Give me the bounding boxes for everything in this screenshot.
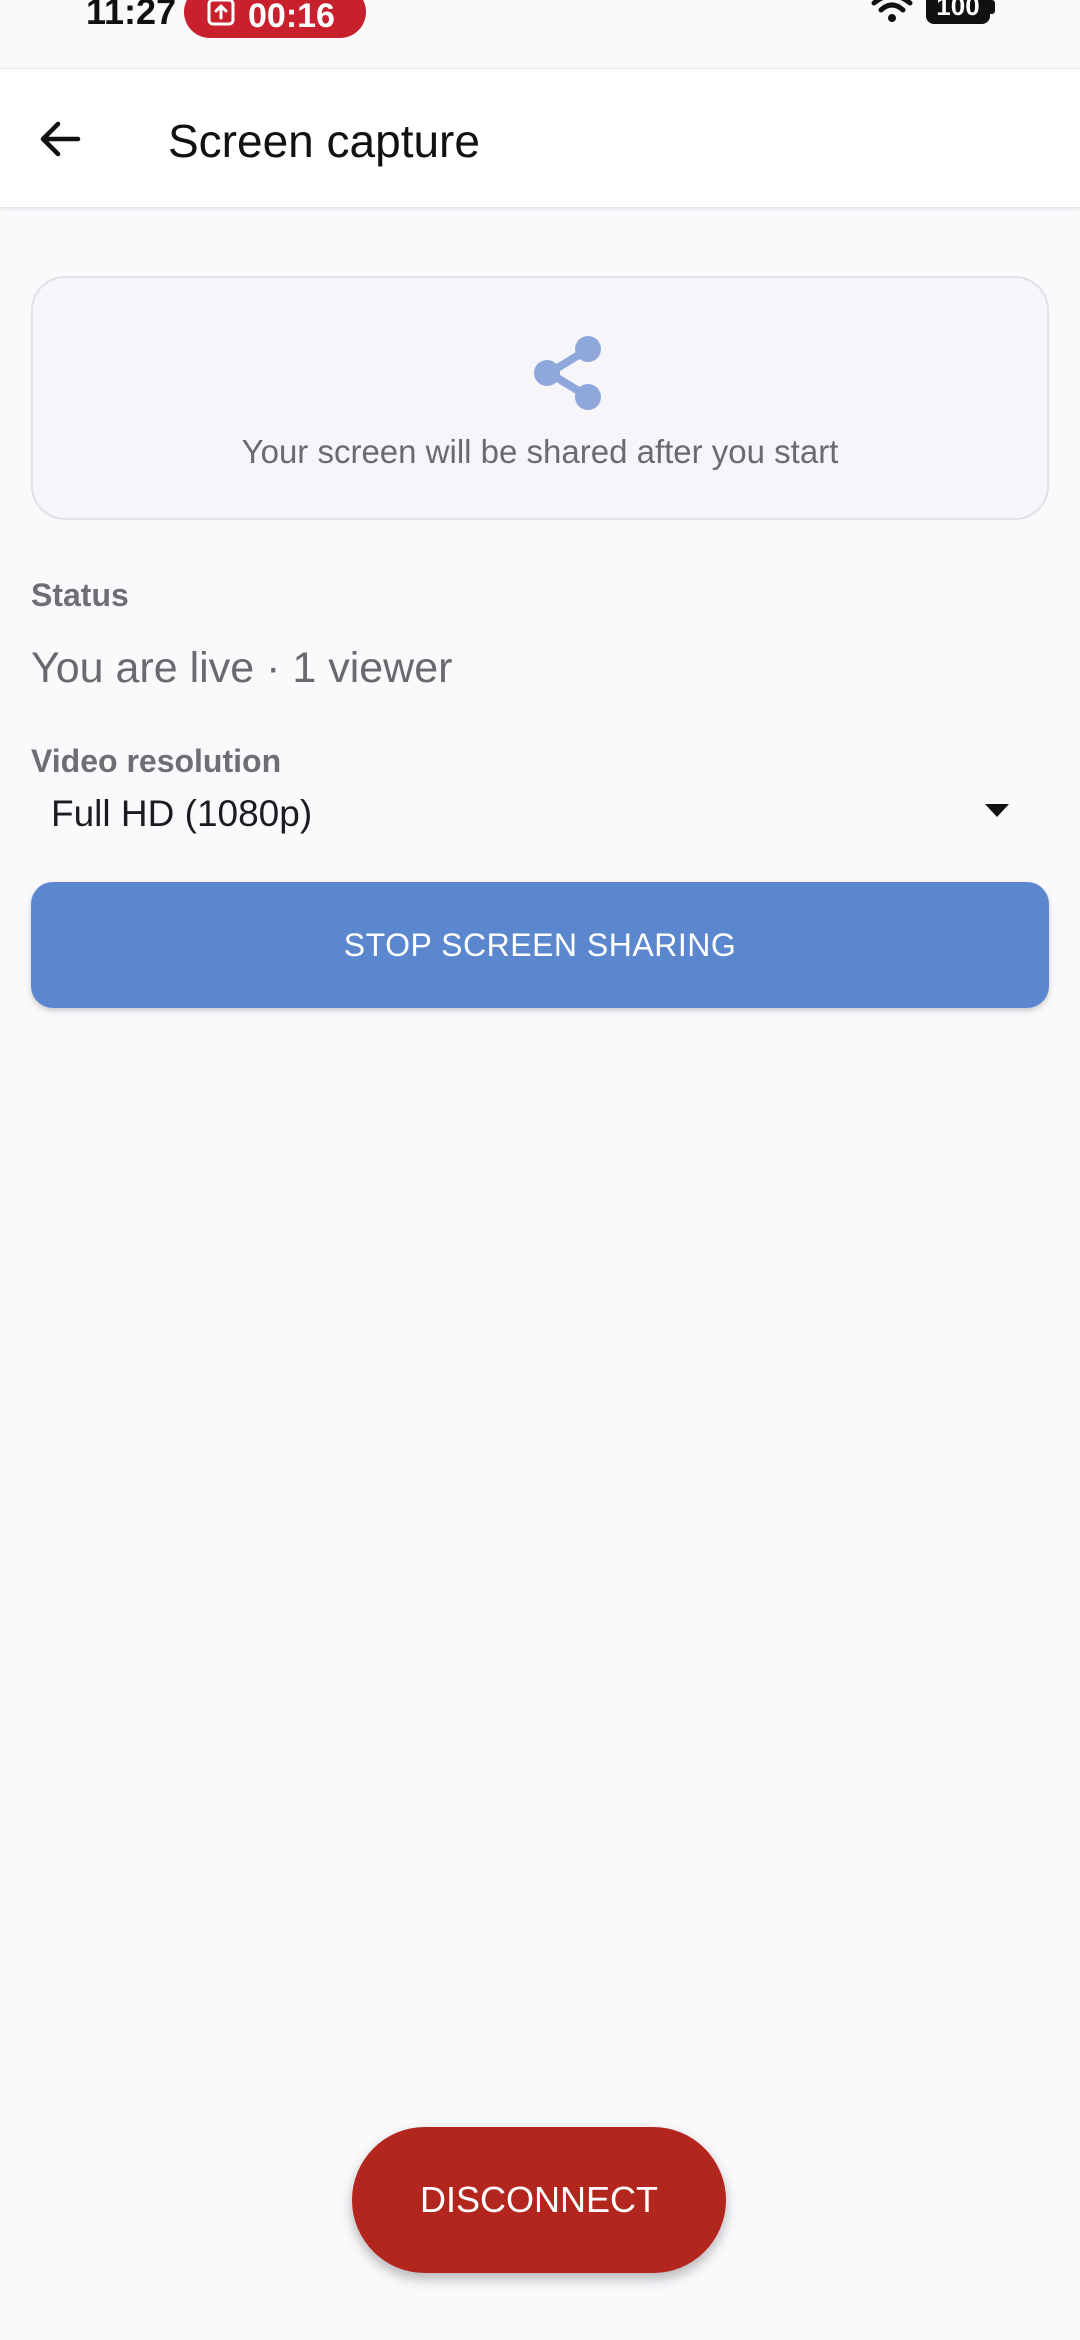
app-bar: Screen capture [0,68,1080,207]
battery-level: 100 [936,0,980,21]
stop-screen-sharing-button[interactable]: STOP SCREEN SHARING [31,882,1049,1008]
status-label: Status [31,577,129,613]
wifi-icon [870,0,914,24]
page-title: Screen capture [168,115,480,167]
status-value: You are live · 1 viewer [31,644,453,692]
battery-nub [990,0,995,14]
disconnect-button[interactable]: DISCONNECT [352,2127,726,2273]
video-resolution-label: Video resolution [31,743,282,779]
screen-preview-card: Your screen will be shared after you sta… [31,276,1049,520]
video-resolution-value: Full HD (1080p) [51,793,313,834]
screen-recording-indicator[interactable]: 00:16 [184,0,366,38]
preview-message: Your screen will be shared after you sta… [241,433,839,470]
arrow-left-icon [38,119,82,164]
video-resolution-dropdown[interactable]: Full HD (1080p) [31,780,1049,846]
battery-indicator: 100 [926,0,990,24]
dropdown-caret-icon [985,804,1009,817]
share-icon [531,334,607,412]
screen-record-icon [206,0,236,27]
status-bar: 11:27 00:16 100 [0,0,1080,68]
back-button[interactable] [30,111,90,171]
status-time: 11:27 [86,0,177,32]
recording-timer: 00:16 [248,0,335,35]
